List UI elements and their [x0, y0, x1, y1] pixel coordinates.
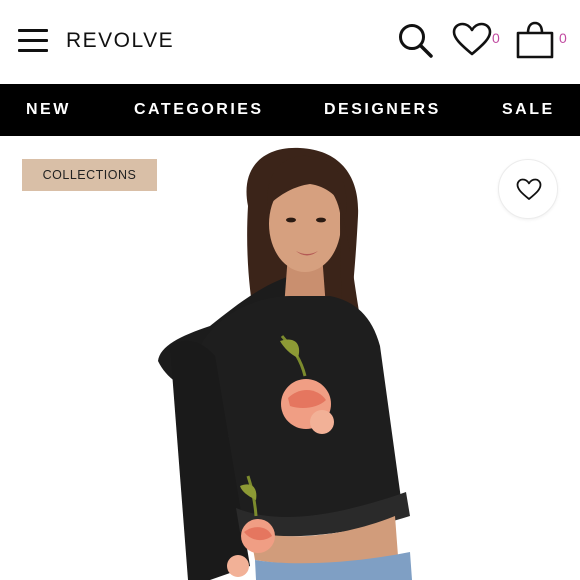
- bag-count: 0: [559, 30, 567, 46]
- menu-bar: [18, 49, 48, 52]
- category-nav: NEW CATEGORIES DESIGNERS SALE: [0, 84, 580, 136]
- collections-badge[interactable]: COLLECTIONS: [22, 159, 157, 191]
- site-header: REVOLVE 0 0: [0, 0, 580, 84]
- nav-new[interactable]: NEW: [26, 84, 71, 136]
- nav-sale[interactable]: SALE: [502, 84, 555, 136]
- wishlist-heart-icon[interactable]: [452, 22, 492, 58]
- menu-bar: [18, 29, 48, 32]
- menu-bar: [18, 39, 48, 42]
- heart-outline-icon: [516, 178, 542, 200]
- site-logo[interactable]: REVOLVE: [66, 29, 174, 53]
- nav-categories[interactable]: CATEGORIES: [134, 84, 264, 136]
- shopping-bag-icon[interactable]: [515, 20, 555, 60]
- product-image[interactable]: [140, 136, 440, 580]
- product-view: COLLECTIONS: [0, 136, 580, 580]
- favorite-button[interactable]: [498, 159, 558, 219]
- menu-icon[interactable]: [16, 26, 50, 56]
- nav-designers[interactable]: DESIGNERS: [324, 84, 441, 136]
- wishlist-count: 0: [492, 30, 500, 46]
- search-icon[interactable]: [396, 22, 436, 60]
